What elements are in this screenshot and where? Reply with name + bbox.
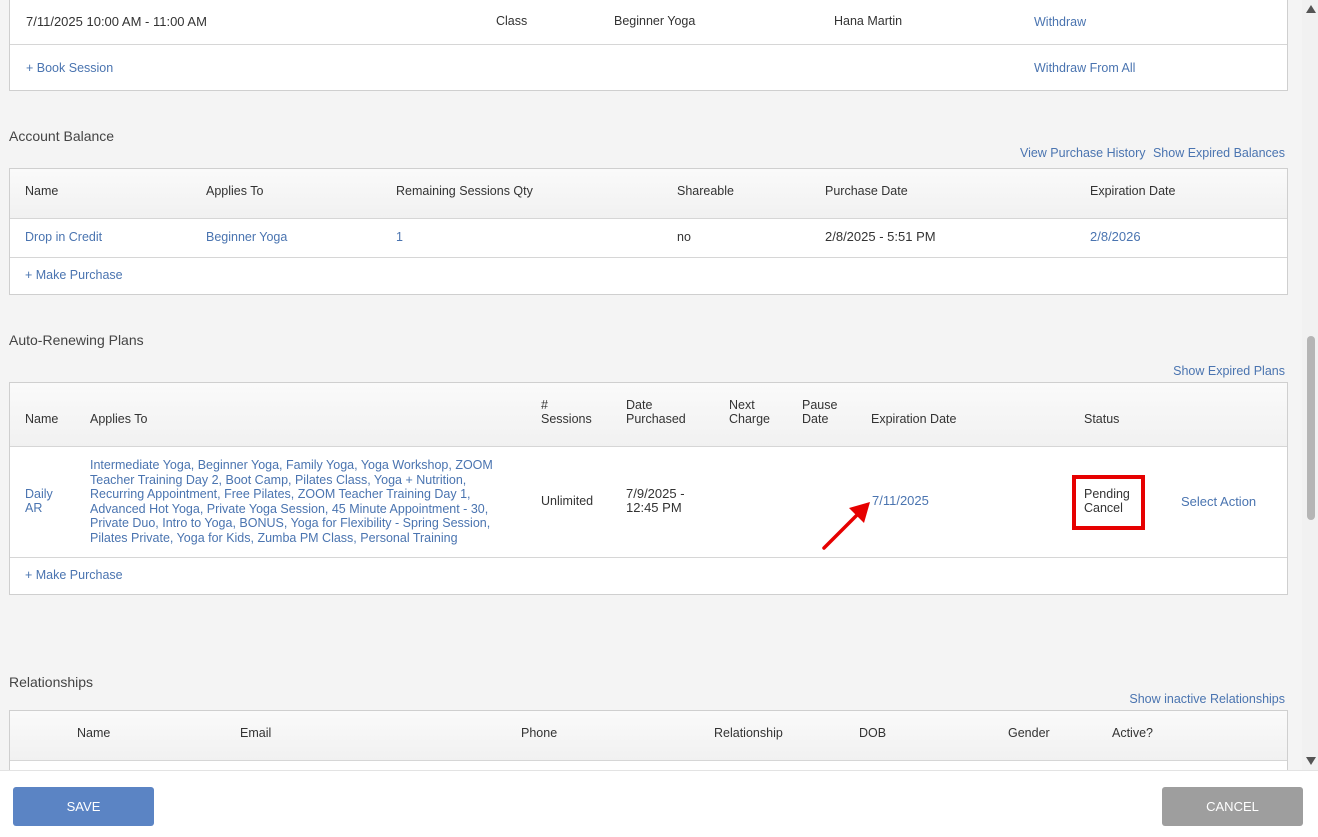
col-remaining-qty: Remaining Sessions Qty <box>396 184 533 198</box>
page-content: 7/11/2025 10:00 AM - 11:00 AM Class Begi… <box>0 0 1302 770</box>
col-status: Status <box>1084 412 1120 426</box>
withdraw-from-all-link[interactable]: Withdraw From All <box>1034 61 1135 75</box>
col-pause-date: Pause Date <box>802 398 838 426</box>
show-expired-balances-link[interactable]: Show Expired Balances <box>1153 146 1285 160</box>
withdraw-link[interactable]: Withdraw <box>1034 15 1086 29</box>
col-expiration-date: Expiration Date <box>871 412 957 426</box>
col-date-purchased: Date Purchased <box>626 398 686 426</box>
show-inactive-relationships-link[interactable]: Show inactive Relationships <box>1129 692 1285 706</box>
col-purchase-date: Purchase Date <box>825 184 908 198</box>
scroll-up-icon[interactable] <box>1306 5 1316 13</box>
view-purchase-history-link[interactable]: View Purchase History <box>1020 146 1146 160</box>
account-balance-links: View Purchase History Show Expired Balan… <box>1020 146 1285 160</box>
balance-qty-link[interactable]: 1 <box>396 230 403 244</box>
col-email: Email <box>240 726 272 740</box>
balance-applies-to-link[interactable]: Beginner Yoga <box>206 230 287 244</box>
balance-shareable: no <box>677 230 691 244</box>
plan-date-purchased: 7/9/2025 - 12:45 PM <box>626 486 685 515</box>
divider <box>10 44 1287 45</box>
balance-purchase-date: 2/8/2025 - 5:51 PM <box>825 229 936 244</box>
plans-links: Show Expired Plans <box>1173 364 1285 378</box>
account-balance-title: Account Balance <box>9 128 115 144</box>
col-applies-to: Applies To <box>206 184 264 198</box>
red-arrow-icon <box>822 502 870 550</box>
divider <box>10 257 1287 258</box>
auto-renewing-plans-title: Auto-Renewing Plans <box>9 332 144 348</box>
col-phone: Phone <box>521 726 558 740</box>
select-action-link[interactable]: Select Action <box>1181 494 1256 509</box>
session-datetime: 7/11/2025 10:00 AM - 11:00 AM <box>26 14 207 29</box>
plan-sessions: Unlimited <box>541 494 594 508</box>
col-shareable: Shareable <box>677 184 734 198</box>
col-dob: DOB <box>859 726 887 740</box>
col-gender: Gender <box>1008 726 1050 740</box>
col-name: Name <box>77 726 111 740</box>
scrollbar-thumb[interactable] <box>1307 336 1315 520</box>
plan-status: Pending Cancel <box>1084 487 1130 515</box>
session-type: Class <box>496 14 528 28</box>
col-sessions: # Sessions <box>541 398 592 426</box>
sessions-panel: 7/11/2025 10:00 AM - 11:00 AM Class Begi… <box>9 0 1288 91</box>
relationships-table: Name Email Phone Relationship DOB Gender… <box>9 710 1288 770</box>
plan-applies-to[interactable]: Intermediate Yoga, Beginner Yoga, Family… <box>90 458 510 545</box>
col-name: Name <box>25 184 59 198</box>
book-session-link[interactable]: + Book Session <box>26 61 113 75</box>
col-name: Name <box>25 412 59 426</box>
plan-name-link[interactable]: Daily AR <box>25 487 63 515</box>
save-button[interactable]: SAVE <box>13 787 154 826</box>
plan-expiration-link[interactable]: 7/11/2025 <box>872 493 929 508</box>
balance-expiration-link[interactable]: 2/8/2026 <box>1090 229 1141 244</box>
col-relationship: Relationship <box>714 726 783 740</box>
plans-table: Name Applies To # Sessions Date Purchase… <box>9 382 1288 595</box>
vertical-scrollbar[interactable] <box>1302 0 1318 770</box>
table-header <box>10 711 1287 761</box>
relationships-title: Relationships <box>9 674 94 690</box>
show-expired-plans-link[interactable]: Show Expired Plans <box>1173 364 1285 378</box>
plans-make-purchase-link[interactable]: + Make Purchase <box>25 568 123 582</box>
cancel-button[interactable]: CANCEL <box>1162 787 1303 826</box>
account-balance-table: Name Applies To Remaining Sessions Qty S… <box>9 168 1288 295</box>
divider <box>10 557 1287 558</box>
col-expiration-date: Expiration Date <box>1090 184 1176 198</box>
balance-make-purchase-link[interactable]: + Make Purchase <box>25 268 123 282</box>
session-name: Beginner Yoga <box>614 14 696 28</box>
col-applies-to: Applies To <box>90 412 148 426</box>
session-instructor: Hana Martin <box>834 14 903 28</box>
col-next-charge: Next Charge <box>729 398 770 426</box>
scroll-down-icon[interactable] <box>1306 757 1316 765</box>
balance-name-link[interactable]: Drop in Credit <box>25 230 102 244</box>
relationships-links: Show inactive Relationships <box>1129 692 1285 706</box>
col-active: Active? <box>1112 726 1153 740</box>
footer-bar: SAVE CANCEL <box>0 770 1318 837</box>
